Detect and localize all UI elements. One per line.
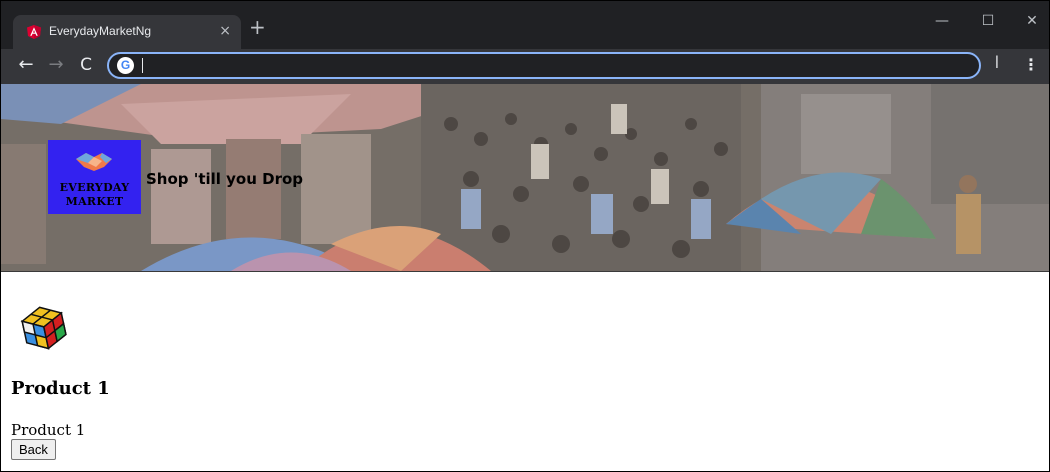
logo-text-line2: MARKET: [65, 195, 124, 208]
back-button[interactable]: Back: [11, 439, 56, 460]
google-icon: G: [117, 57, 134, 74]
rubiks-cube-icon: [20, 306, 67, 350]
window-minimize-icon[interactable]: —: [927, 13, 957, 29]
tab-strip: EverydayMarketNg × + — ☐ ✕: [1, 1, 1049, 49]
address-bar[interactable]: G: [107, 52, 981, 79]
browser-window: EverydayMarketNg × + — ☐ ✕ ← → C G ꟾ ⋮ E…: [0, 0, 1050, 472]
browser-toolbar: ← → C G ꟾ ⋮: [1, 49, 1049, 84]
site-logo[interactable]: EVERYDAY MARKET: [48, 140, 141, 214]
window-maximize-icon[interactable]: ☐: [973, 13, 1003, 29]
forward-arrow-icon[interactable]: →: [45, 55, 67, 75]
new-tab-icon[interactable]: +: [249, 17, 266, 37]
back-arrow-icon[interactable]: ←: [15, 55, 37, 75]
browser-menu-icon[interactable]: ⋮: [1023, 56, 1039, 74]
tab-title: EverydayMarketNg: [49, 24, 152, 38]
handshake-icon: [76, 153, 112, 171]
product-description: Product 1: [11, 421, 86, 439]
hero-banner: EVERYDAY MARKET Shop 'till you Drop: [1, 84, 1049, 271]
text-caret: [142, 58, 143, 73]
window-close-icon[interactable]: ✕: [1017, 13, 1047, 29]
product-title: Product 1: [11, 378, 110, 399]
reload-icon[interactable]: C: [75, 55, 97, 75]
browser-tab[interactable]: EverydayMarketNg ×: [13, 15, 241, 49]
tab-close-icon[interactable]: ×: [219, 23, 231, 39]
extension-incognito-icon[interactable]: ꟾ: [995, 57, 999, 73]
angular-favicon-icon: [27, 25, 41, 39]
hero-divider: [1, 271, 1049, 272]
logo-text-line1: EVERYDAY: [59, 181, 130, 194]
site-tagline: Shop 'till you Drop: [146, 170, 304, 188]
